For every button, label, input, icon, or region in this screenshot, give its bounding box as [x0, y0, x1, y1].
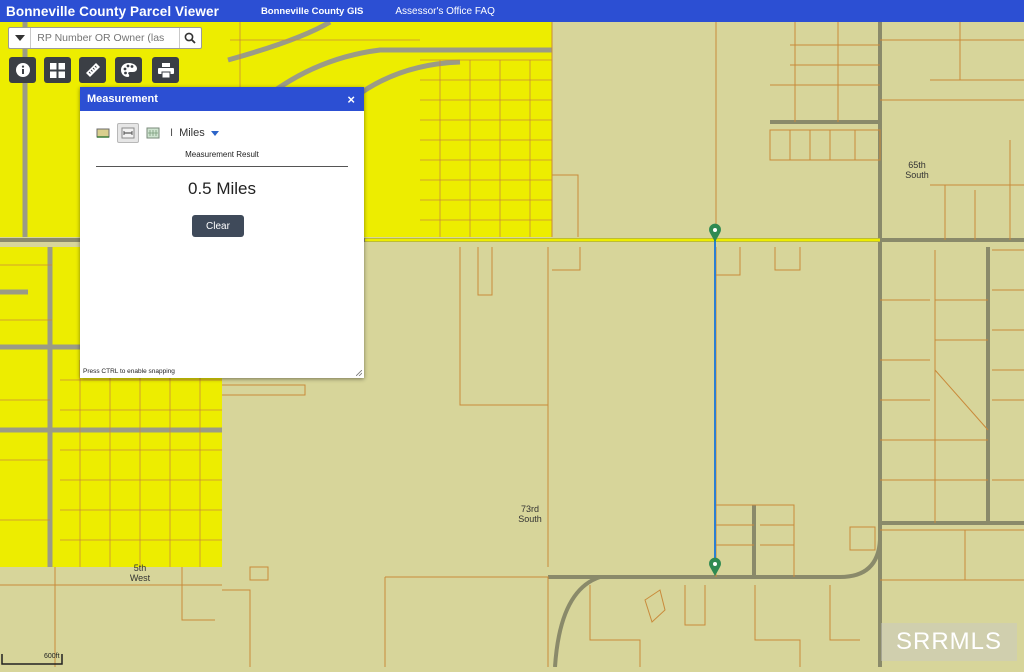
divider: [96, 166, 348, 167]
grid-icon: [50, 62, 65, 78]
clear-button[interactable]: Clear: [192, 215, 244, 237]
app-header: Bonneville County Parcel Viewer Bonnevil…: [0, 0, 1024, 22]
info-icon: [15, 63, 30, 77]
search-button[interactable]: [178, 28, 201, 48]
area-icon: [96, 128, 110, 138]
label-65th-south: 65th South: [905, 160, 929, 180]
resize-grip-icon[interactable]: [356, 370, 362, 376]
scale-bar: 600ft: [0, 652, 64, 667]
unit-label: Miles: [179, 127, 205, 139]
result-value: 0.5 Miles: [187, 179, 257, 198]
search-input[interactable]: [31, 32, 179, 44]
search-dropdown-button[interactable]: [9, 28, 32, 48]
area-tool-button[interactable]: [92, 123, 114, 143]
print-button[interactable]: [152, 57, 179, 83]
print-icon: [157, 62, 174, 78]
layers-style-button[interactable]: [115, 57, 142, 83]
distance-icon: [121, 127, 135, 139]
location-tool-button[interactable]: [142, 123, 164, 143]
measurement-panel-header: Measurement ×: [80, 87, 364, 111]
search-icon: [184, 32, 196, 44]
app-title: Bonneville County Parcel Viewer: [6, 3, 219, 19]
watermark-logo: SRRMLS: [881, 623, 1017, 661]
unit-select[interactable]: I Miles: [170, 127, 219, 139]
unit-separator: I: [170, 127, 174, 139]
measurement-title: Measurement: [87, 93, 158, 105]
result-label: Measurement Result: [185, 150, 259, 159]
label-73rd-south: 73rd South: [518, 504, 542, 524]
measurement-tools: I Miles: [92, 123, 219, 143]
measurement-panel: Measurement × I Miles Measurement Result…: [80, 87, 364, 378]
distance-tool-button[interactable]: [117, 123, 139, 143]
close-icon[interactable]: ×: [347, 92, 355, 107]
basemap-button[interactable]: [44, 57, 71, 83]
caret-down-icon: [14, 35, 25, 41]
parcel-search: [8, 27, 202, 49]
identify-button[interactable]: [9, 57, 36, 83]
snapping-hint: Press CTRL to enable snapping: [83, 368, 175, 375]
measure-button[interactable]: [79, 57, 106, 83]
link-county-gis[interactable]: Bonneville County GIS: [261, 6, 363, 17]
palette-icon: [120, 63, 137, 77]
label-5th-west: 5th West: [129, 563, 151, 583]
caret-down-icon: [210, 130, 219, 136]
link-assessor-faq[interactable]: Assessor's Office FAQ: [395, 6, 495, 17]
ruler-icon: [85, 63, 100, 77]
location-icon: [146, 127, 160, 139]
scale-label: 600ft: [44, 653, 60, 660]
